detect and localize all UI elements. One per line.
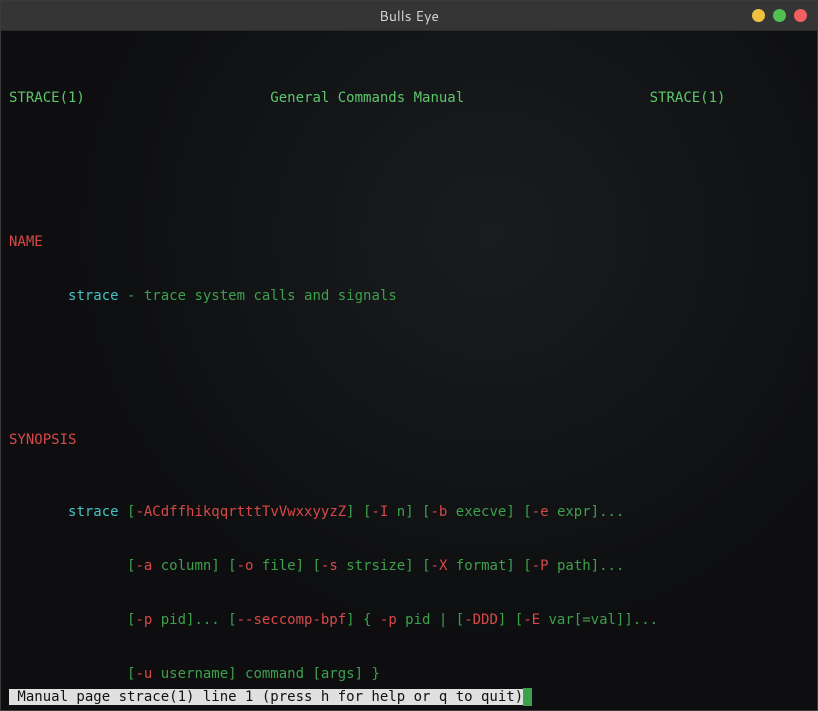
man-header: STRACE(1) General Commands Manual STRACE… — [9, 89, 809, 107]
header-left: STRACE(1) — [9, 90, 85, 106]
window-title: Bulls Eye — [379, 7, 439, 25]
name-heading: NAME — [9, 233, 809, 251]
cursor-block — [523, 688, 532, 706]
minimize-button[interactable] — [752, 9, 765, 22]
header-center: General Commands Manual — [270, 90, 464, 106]
titlebar[interactable]: Bulls Eye — [1, 1, 817, 31]
synopsis-1-line-3: [-p pid]... [--seccomp-bpf] { -p pid | [… — [9, 611, 809, 629]
header-right: STRACE(1) — [650, 90, 726, 106]
synopsis-1-line-1: strace [-ACdffhikqqrtttTvVwxxyyzZ] [-I n… — [9, 503, 809, 521]
synopsis-1-line-2: [-a column] [-o file] [-s strsize] [-X f… — [9, 557, 809, 575]
name-line: strace - trace system calls and signals — [9, 287, 809, 305]
synopsis-heading: SYNOPSIS — [9, 431, 809, 449]
pager-status-line[interactable]: Manual page strace(1) line 1 (press h fo… — [9, 688, 532, 706]
window-controls — [752, 9, 807, 22]
synopsis-1-line-4: [-u username] command [args] } — [9, 665, 809, 683]
close-button[interactable] — [794, 9, 807, 22]
app-window: Bulls Eye STRACE(1) General Commands Man… — [0, 0, 818, 711]
terminal-viewport[interactable]: STRACE(1) General Commands Manual STRACE… — [1, 31, 817, 710]
maximize-button[interactable] — [773, 9, 786, 22]
